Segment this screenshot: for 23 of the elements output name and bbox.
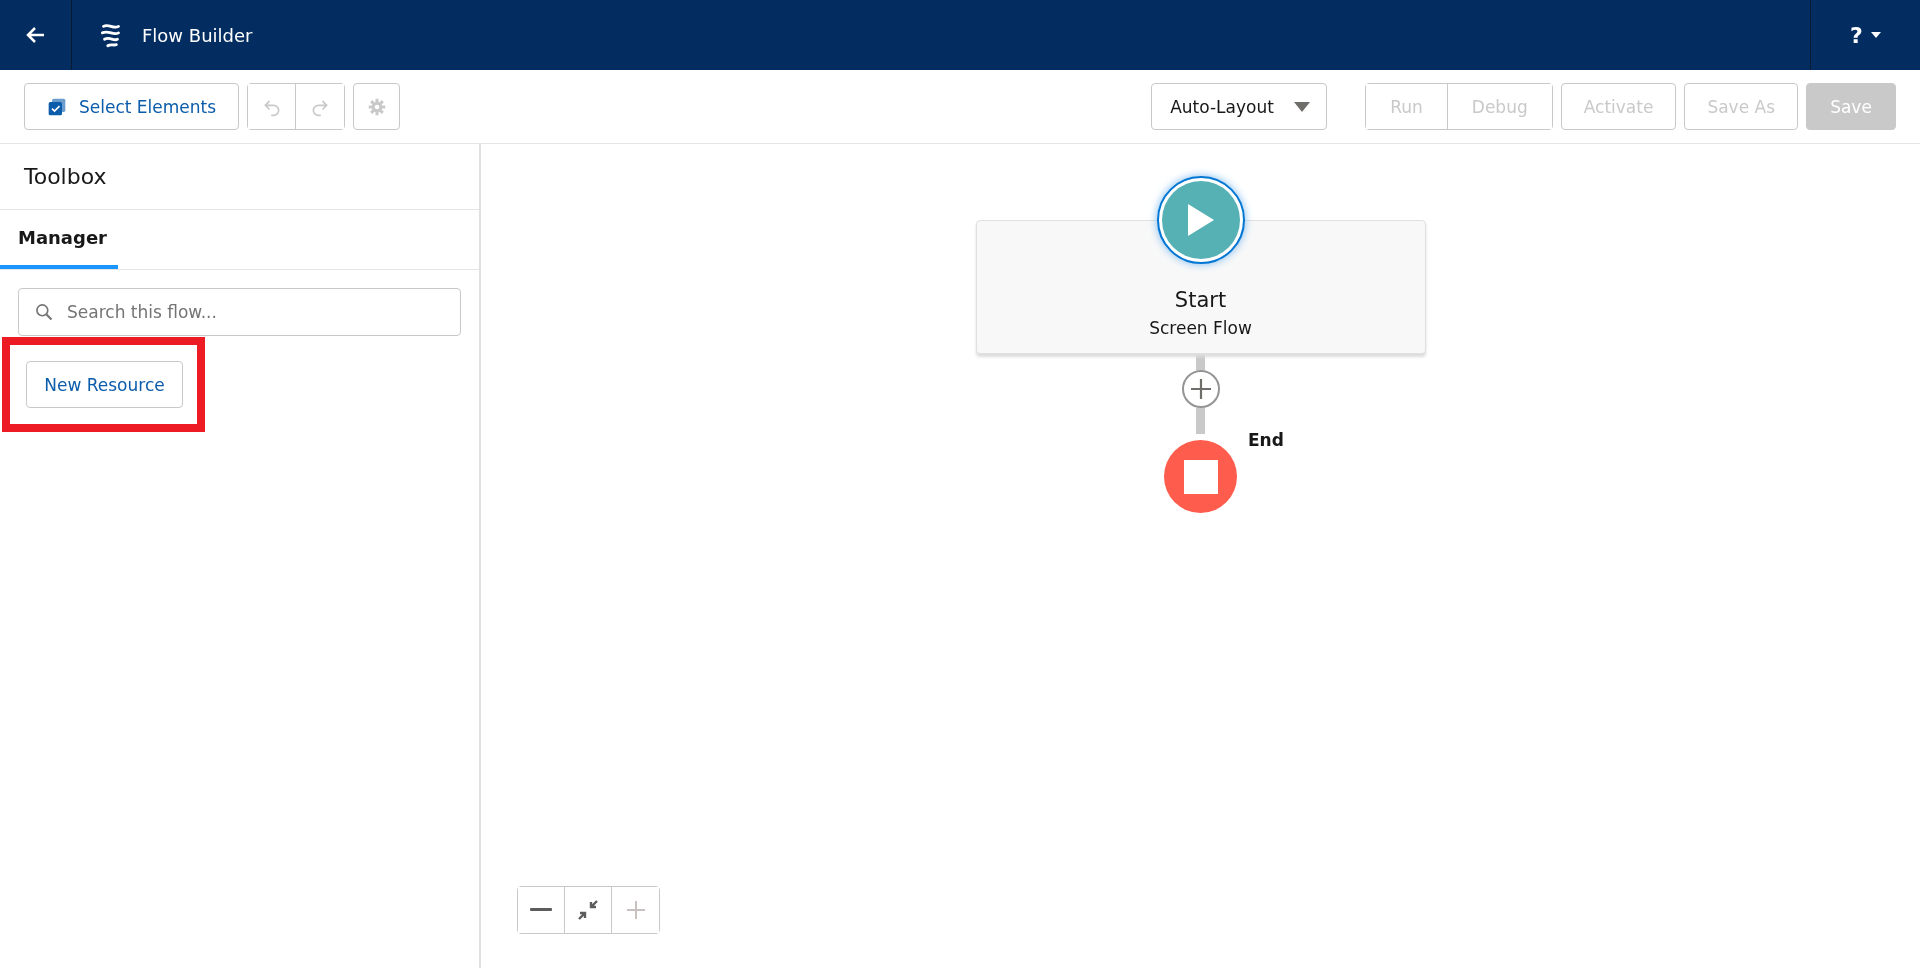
- add-element-button[interactable]: [1181, 370, 1220, 408]
- play-icon: [1185, 203, 1216, 237]
- node-subtitle: Screen Flow: [1149, 318, 1252, 338]
- plus-icon: [625, 900, 646, 920]
- tab[interactable]: Manager: [0, 210, 118, 269]
- help-menu-button[interactable]: ?: [1810, 0, 1920, 70]
- checkbox-icon: [47, 96, 67, 117]
- app-title: Flow Builder: [142, 24, 253, 46]
- node-label: End: [1248, 430, 1284, 450]
- select-elements-button[interactable]: Select Elements: [24, 83, 240, 130]
- minus-icon: [530, 908, 552, 912]
- layout-dropdown[interactable]: Auto-Layout: [1151, 83, 1328, 130]
- caret-icon: [1870, 32, 1881, 38]
- search-icon: [34, 302, 54, 322]
- caret-icon: [1294, 101, 1311, 112]
- arrows-inward-icon: [578, 900, 598, 920]
- plus-icon: [1189, 378, 1212, 400]
- node-title: Start: [1174, 288, 1227, 312]
- new-resource-button[interactable]: New Resource: [26, 361, 183, 408]
- search-field[interactable]: Search this flow...: [18, 288, 461, 336]
- start-node-card[interactable]: Start Screen Flow: [975, 220, 1426, 354]
- panel-title: Toolbox: [0, 144, 479, 210]
- zoom-out-button[interactable]: [518, 887, 565, 933]
